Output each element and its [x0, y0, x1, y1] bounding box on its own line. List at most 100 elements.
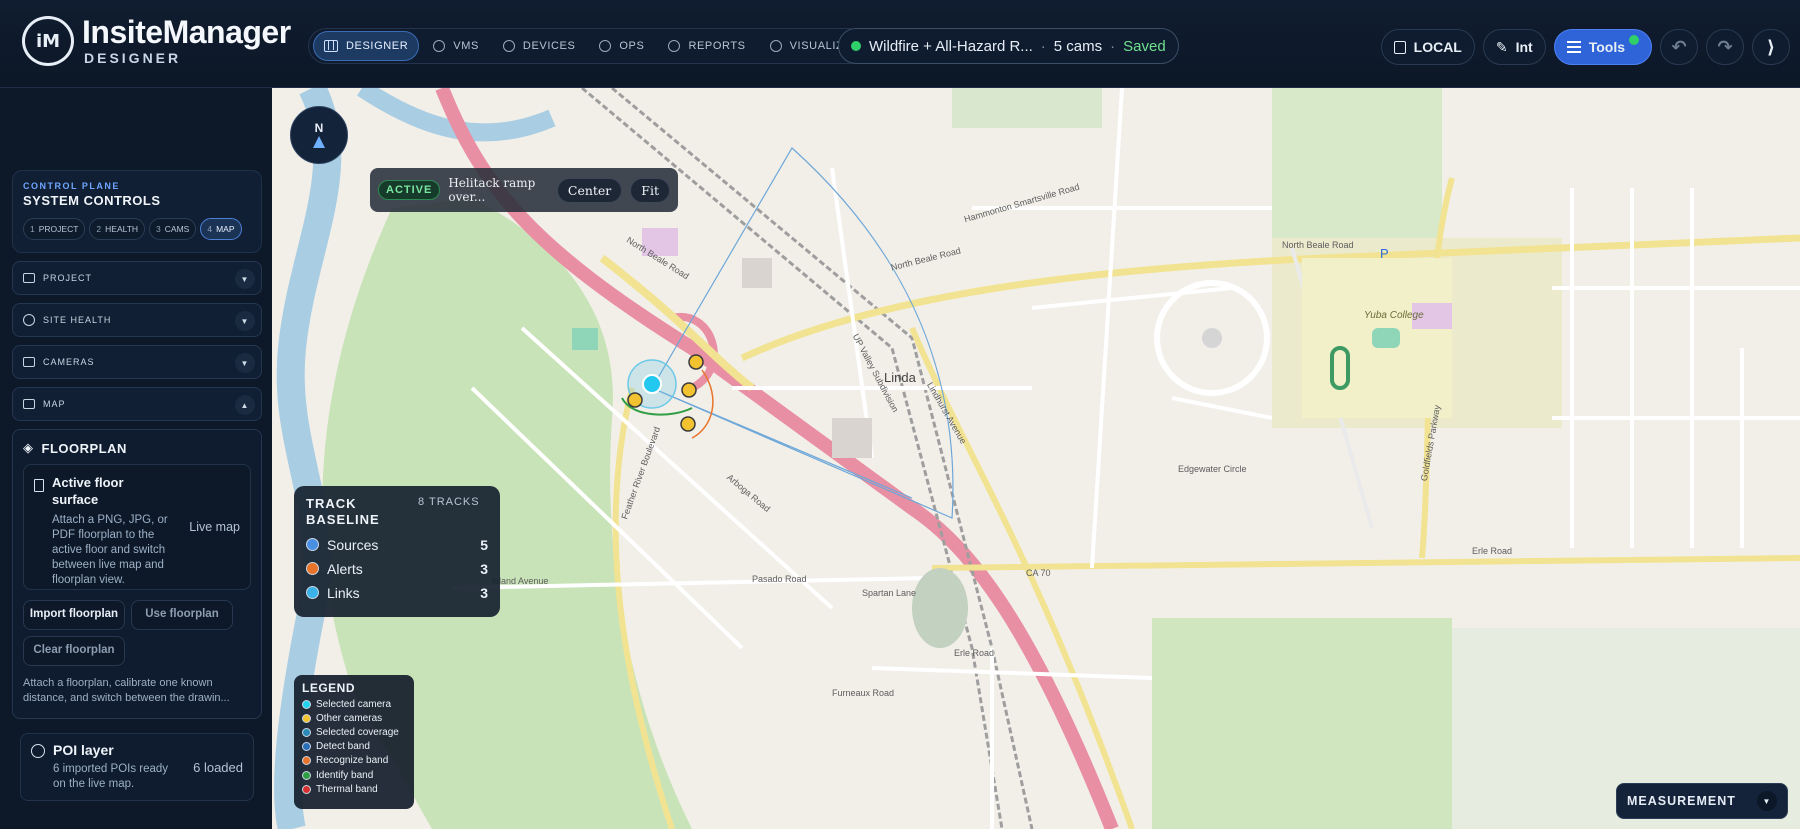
local-button[interactable]: LOCAL: [1380, 29, 1475, 65]
tools-label: Tools: [1588, 39, 1625, 55]
control-plane-kicker: CONTROL PLANE: [23, 181, 120, 191]
floorplan-help: Attach a floorplan, calibrate one known …: [23, 677, 230, 705]
legend-label: Selected camera: [316, 698, 392, 710]
clear-floorplan-button[interactable]: Clear floorplan: [23, 636, 125, 666]
redo-button[interactable]: ↷: [1706, 29, 1744, 65]
chevron-up-icon: ▲: [235, 395, 255, 415]
floor-surface-card: Active floor surface Attach a PNG, JPG, …: [23, 464, 251, 590]
dot-icon: [302, 784, 311, 794]
tab-reports[interactable]: REPORTS: [658, 31, 755, 61]
chevron-right-icon: ⟩: [1766, 36, 1776, 57]
floor-surface-desc: Attach a PNG, JPG, or PDF floorplan to t…: [52, 513, 168, 586]
sidebar: CONTROL PLANE SYSTEM CONTROLS 1 PROJECT 2…: [0, 88, 272, 829]
legend-item: Recognize band: [302, 754, 406, 768]
step-number: 1: [30, 224, 35, 234]
import-floorplan-button[interactable]: Import floorplan: [23, 600, 125, 630]
chevron-down-icon: ▼: [235, 311, 255, 331]
section-project[interactable]: PROJECT ▼: [12, 261, 262, 295]
center-button[interactable]: Center: [556, 177, 623, 203]
track-baseline-panel: TRACK BASELINE 8 TRACKS Sources 5 Alerts…: [294, 486, 500, 617]
step-health[interactable]: 2 HEALTH: [89, 218, 146, 240]
map-label: Pasado Road: [752, 574, 807, 584]
control-plane-title: SYSTEM CONTROLS: [23, 193, 161, 208]
dot-icon: [302, 727, 311, 737]
chevron-down-icon: ▼: [235, 353, 255, 373]
track-label: Sources: [327, 536, 379, 553]
legend-label: Selected coverage: [316, 726, 399, 738]
local-label: LOCAL: [1413, 39, 1462, 55]
map-canvas[interactable]: Linda Yuba College North Beale Road Nort…: [272, 88, 1800, 829]
section-map[interactable]: MAP ▲: [12, 387, 262, 421]
measurement-panel[interactable]: MEASUREMENT ▼: [1616, 783, 1788, 819]
active-camera-bar: ACTIVE Helitack ramp over... Center Fit: [370, 168, 678, 212]
north-arrow-icon: [313, 136, 325, 148]
tab-label: DEVICES: [522, 40, 576, 52]
tab-label: OPS: [619, 40, 645, 52]
use-floorplan-button[interactable]: Use floorplan: [131, 600, 233, 630]
separator: ·: [1040, 37, 1046, 55]
legend-label: Other cameras: [316, 712, 383, 724]
map-label: Edgewater Circle: [1178, 464, 1247, 474]
map-legend: LEGEND Selected camera Other cameras Sel…: [294, 675, 414, 809]
project-selector[interactable]: Wildfire + All-Hazard R... · 5 cams · Sa…: [838, 28, 1179, 64]
brand-logo: iM: [22, 16, 74, 66]
track-value: 3: [480, 560, 488, 577]
fit-button[interactable]: Fit: [630, 177, 670, 203]
step-label: PROJECT: [38, 224, 79, 234]
map-icon: [23, 399, 35, 409]
floorplan-title: FLOORPLAN: [41, 440, 127, 456]
step-label: MAP: [216, 224, 235, 234]
track-count: 8 TRACKS: [418, 496, 480, 508]
track-value: 3: [480, 584, 488, 601]
brand-name: InsiteManager: [82, 14, 291, 50]
tab-designer[interactable]: DESIGNER: [313, 31, 420, 61]
step-map[interactable]: 4 MAP: [200, 218, 242, 240]
map-label: Erle Road: [1472, 546, 1513, 556]
check-circle-icon: [23, 314, 35, 326]
floor-surface-title: Active floor surface: [52, 475, 124, 507]
map-label: CA 70: [1026, 568, 1051, 578]
map-label: Island Avenue: [492, 576, 549, 586]
collapse-button[interactable]: ⟩: [1752, 29, 1790, 65]
track-label: Alerts: [327, 560, 363, 577]
step-cams[interactable]: 3 CAMS: [149, 218, 197, 240]
measurement-label: MEASUREMENT: [1627, 794, 1736, 808]
layers-icon: ◈: [23, 440, 34, 455]
step-label: HEALTH: [105, 224, 139, 234]
floor-mode: Live map: [189, 520, 240, 534]
mode-tabs: DESIGNER VMS DEVICES OPS REPORTS VISUALI…: [308, 28, 867, 64]
legend-item: Selected coverage: [302, 725, 406, 739]
undo-button[interactable]: ↶: [1660, 29, 1698, 65]
tab-ops[interactable]: OPS: [589, 31, 654, 61]
status-dot-icon: [1629, 35, 1639, 45]
map-label: Yuba College: [1364, 310, 1424, 321]
track-value: 5: [480, 536, 488, 553]
compass[interactable]: N: [290, 106, 348, 164]
dot-icon: [306, 538, 319, 551]
tools-button[interactable]: Tools: [1553, 29, 1652, 65]
dot-icon: [302, 770, 311, 780]
map-label: North Beale Road: [1282, 240, 1354, 250]
section-label: SITE HEALTH: [43, 315, 112, 325]
legend-label: Recognize band: [316, 755, 389, 767]
track-row: Alerts 3: [306, 561, 488, 577]
section-label: MAP: [43, 399, 66, 409]
track-label: Links: [327, 584, 360, 601]
tab-label: DESIGNER: [346, 40, 409, 52]
tab-devices[interactable]: DEVICES: [493, 31, 586, 61]
track-row: Links 3: [306, 585, 488, 601]
step-list: 1 PROJECT 2 HEALTH 3 CAMS 4 MAP: [23, 218, 251, 240]
tab-vms[interactable]: VMS: [423, 31, 489, 61]
section-cameras[interactable]: CAMERAS ▼: [12, 345, 262, 379]
legend-item: Selected camera: [302, 697, 406, 711]
map-label: Erle Road: [954, 648, 995, 658]
int-button[interactable]: ✎ Int: [1482, 29, 1546, 65]
map-icon: [324, 40, 338, 52]
document-icon: [34, 479, 44, 492]
legend-label: Identify band: [316, 769, 374, 781]
section-site-health[interactable]: SITE HEALTH ▼: [12, 303, 262, 337]
step-project[interactable]: 1 PROJECT: [23, 218, 86, 240]
brand[interactable]: iM InsiteManager DESIGNER: [22, 16, 291, 66]
status-dot-icon: [851, 41, 861, 51]
poi-layer-card[interactable]: POI layer 6 imported POIs ready on the l…: [20, 733, 254, 801]
